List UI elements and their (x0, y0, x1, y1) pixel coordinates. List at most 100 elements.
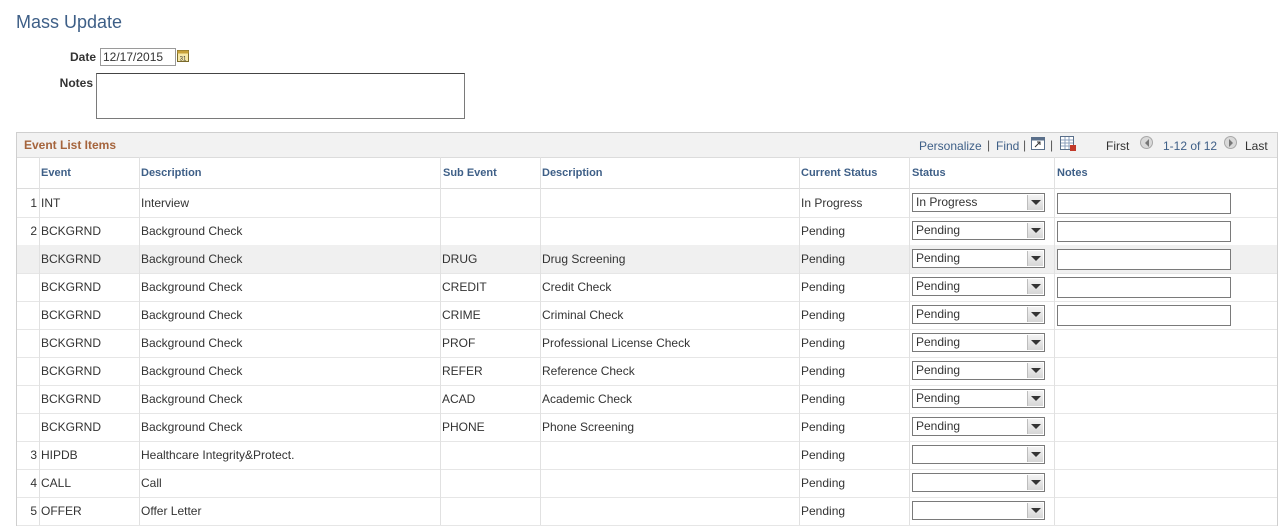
status-dropdown[interactable]: In Progress (912, 193, 1045, 212)
cell-event: BCKGRND (41, 252, 102, 266)
table-row: BCKGRND Background Check PHONE Phone Screen… (17, 413, 1277, 442)
dropdown-arrow-icon[interactable] (1027, 307, 1043, 322)
personalize-link[interactable]: Personalize (919, 139, 982, 153)
cell-sub-description: Phone Screening (542, 420, 635, 434)
column-divider (39, 157, 40, 525)
cell-event: BCKGRND (41, 392, 102, 406)
first-arrow-icon[interactable] (1140, 136, 1153, 149)
status-dropdown[interactable]: Pending (912, 417, 1045, 436)
cell-event: OFFER (41, 504, 82, 518)
first-label: First (1106, 139, 1130, 153)
cell-current-status: Pending (801, 336, 846, 350)
dropdown-arrow-icon[interactable] (1027, 475, 1043, 490)
range-text: 1-12 of 12 (1163, 139, 1218, 153)
dropdown-arrow-icon[interactable] (1027, 447, 1043, 462)
dropdown-arrow-icon[interactable] (1027, 223, 1043, 238)
status-dropdown[interactable]: Pending (912, 277, 1045, 296)
table-row: 4 CALL Call Pending (17, 469, 1277, 498)
status-dropdown-value: Pending (916, 335, 961, 349)
last-arrow-icon[interactable] (1224, 136, 1237, 149)
column-divider (1054, 157, 1055, 525)
notes-label: Notes (59, 76, 93, 90)
cell-sub-event: PROF (442, 336, 476, 350)
status-dropdown-value: Pending (916, 391, 961, 405)
row-number: 3 (30, 448, 37, 462)
cell-sub-description: Professional License Check (542, 336, 691, 350)
dropdown-arrow-icon[interactable] (1027, 195, 1043, 210)
row-notes-input[interactable] (1057, 221, 1231, 242)
cell-description: Background Check (141, 280, 243, 294)
date-label: Date (69, 50, 96, 64)
cell-current-status: Pending (801, 420, 846, 434)
status-dropdown[interactable] (912, 501, 1045, 520)
svg-text:31: 31 (180, 57, 187, 63)
dropdown-arrow-icon[interactable] (1027, 391, 1043, 406)
status-dropdown[interactable]: Pending (912, 221, 1045, 240)
date-input[interactable] (100, 48, 176, 66)
row-notes-input[interactable] (1057, 249, 1231, 270)
cell-sub-event: REFER (442, 364, 483, 378)
cell-description: Background Check (141, 252, 243, 266)
cell-current-status: Pending (801, 476, 846, 490)
cell-current-status: Pending (801, 224, 846, 238)
download-icon[interactable] (1060, 136, 1076, 151)
status-dropdown-value: In Progress (916, 195, 978, 209)
row-number: 2 (30, 224, 37, 238)
cell-sub-event: PHONE (442, 420, 485, 434)
col-current-status: Current Status (801, 167, 878, 179)
status-dropdown[interactable] (912, 473, 1045, 492)
find-link[interactable]: Find (996, 139, 1019, 153)
column-divider (909, 157, 910, 525)
status-dropdown-value: Pending (916, 363, 961, 377)
row-notes-input[interactable] (1057, 305, 1231, 326)
status-dropdown[interactable] (912, 445, 1045, 464)
cell-sub-event: ACAD (442, 392, 476, 406)
grid-title: Event List Items (24, 138, 117, 152)
status-dropdown-value: Pending (916, 279, 961, 293)
row-number: 1 (30, 196, 37, 210)
status-dropdown[interactable]: Pending (912, 361, 1045, 380)
cell-sub-description: Criminal Check (542, 308, 624, 322)
dropdown-arrow-icon[interactable] (1027, 335, 1043, 350)
col-notes: Notes (1057, 167, 1088, 179)
table-row: BCKGRND Background Check DRUG Drug Screenin… (17, 245, 1277, 274)
column-header-row: Event Description Sub Event Description … (17, 157, 1277, 189)
cell-description: Offer Letter (141, 504, 202, 518)
status-dropdown[interactable]: Pending (912, 389, 1045, 408)
cell-event: BCKGRND (41, 280, 102, 294)
table-row: BCKGRND Background Check REFER Reference Ch… (17, 357, 1277, 386)
status-dropdown[interactable]: Pending (912, 333, 1045, 352)
calendar-icon[interactable]: 31 (177, 50, 189, 62)
separator: | (1050, 138, 1054, 152)
cell-sub-description: Academic Check (542, 392, 633, 406)
table-row: BCKGRND Background Check ACAD Academic Chec… (17, 385, 1277, 414)
col-event: Event (41, 167, 71, 179)
cell-event: BCKGRND (41, 336, 102, 350)
status-dropdown-value: Pending (916, 307, 961, 321)
cell-event: CALL (41, 476, 72, 490)
table-row: 5 OFFER Offer Letter Pending (17, 497, 1277, 526)
dropdown-arrow-icon[interactable] (1027, 363, 1043, 378)
row-number: 5 (30, 504, 37, 518)
col-description: Description (141, 167, 202, 179)
cell-current-status: Pending (801, 308, 846, 322)
col-status: Status (912, 167, 946, 179)
status-dropdown-value: Pending (916, 419, 961, 433)
zoom-icon[interactable] (1031, 137, 1045, 150)
status-dropdown[interactable]: Pending (912, 249, 1045, 268)
status-dropdown[interactable]: Pending (912, 305, 1045, 324)
dropdown-arrow-icon[interactable] (1027, 251, 1043, 266)
table-row: BCKGRND Background Check PROF Professional … (17, 329, 1277, 358)
dropdown-arrow-icon[interactable] (1027, 279, 1043, 294)
cell-sub-event: DRUG (442, 252, 478, 266)
row-notes-input[interactable] (1057, 277, 1231, 298)
row-notes-input[interactable] (1057, 193, 1231, 214)
notes-textarea[interactable] (96, 73, 465, 119)
cell-description: Interview (141, 196, 190, 210)
dropdown-arrow-icon[interactable] (1027, 419, 1043, 434)
cell-event: BCKGRND (41, 364, 102, 378)
cell-event: HIPDB (41, 448, 78, 462)
dropdown-arrow-icon[interactable] (1027, 503, 1043, 518)
cell-current-status: Pending (801, 504, 846, 518)
last-label: Last (1245, 139, 1268, 153)
